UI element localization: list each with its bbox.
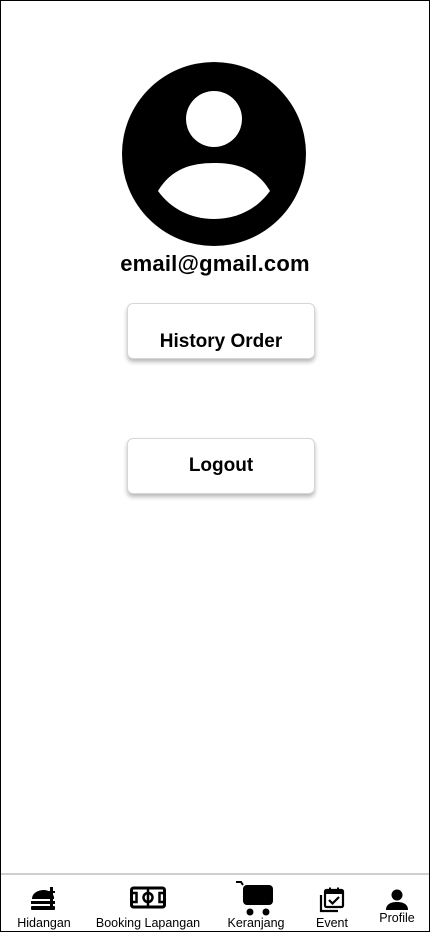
food-icon	[31, 887, 55, 910]
profile-screen: email@gmail.com History Order Logout Hid…	[0, 0, 430, 932]
nav-label: Keranjang	[227, 916, 285, 930]
cart-icon	[236, 881, 273, 916]
nav-item-profile[interactable]: Profile	[371, 875, 423, 931]
nav-label: Hidangan	[17, 916, 71, 930]
calendar-check-icon	[319, 887, 345, 913]
logout-button[interactable]: Logout	[127, 438, 315, 494]
bottom-navigation: Hidangan Booking Lapangan Keranjang Even…	[1, 873, 429, 931]
history-order-button[interactable]: History Order	[127, 303, 315, 359]
nav-item-event[interactable]: Event	[307, 875, 357, 931]
field-icon	[130, 886, 166, 909]
nav-item-booking-lapangan[interactable]: Booking Lapangan	[93, 875, 203, 931]
user-avatar-icon	[122, 62, 306, 246]
user-email: email@gmail.com	[120, 251, 310, 276]
nav-label: Event	[316, 916, 348, 930]
nav-label: Booking Lapangan	[95, 916, 201, 930]
person-icon	[386, 889, 408, 910]
nav-label: Profile	[379, 911, 415, 925]
nav-item-keranjang[interactable]: Keranjang	[223, 875, 289, 931]
nav-item-hidangan[interactable]: Hidangan	[9, 875, 79, 931]
